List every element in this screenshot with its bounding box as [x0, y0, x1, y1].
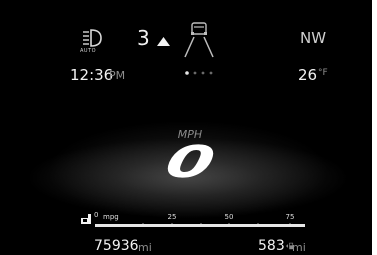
page-dot-1 [185, 71, 189, 75]
range-unit: mi [292, 241, 306, 254]
lane-assist-car-icon [184, 22, 214, 58]
mpg-unit-label: mpg [103, 213, 119, 221]
temperature-unit: °F [318, 68, 328, 78]
mpg-gauge-track [95, 224, 305, 227]
headlight-mode-label: AUTO [80, 48, 97, 54]
gear-indicator: 3 [137, 26, 150, 50]
mpg-scale-label-50: 50 [224, 213, 234, 221]
page-dot-2 [193, 71, 197, 75]
mpg-scale-min: 0 [94, 211, 99, 219]
fuel-economy-icon [81, 214, 91, 224]
mpg-gauge-bar [95, 223, 305, 227]
outside-temperature: 26 [298, 66, 318, 84]
mpg-scale-label-25: 25 [167, 213, 177, 221]
right-edge-border [372, 0, 377, 255]
mpg-scale-label-75: 75 [285, 213, 295, 221]
odometer-unit: mi [138, 241, 152, 254]
page-dot-3 [201, 71, 205, 75]
clock-ampm: PM [109, 69, 126, 82]
page-dot-4 [209, 71, 213, 75]
speed-value: 0 [160, 137, 220, 188]
instrument-cluster-display: AUTO 3 NW 12:36 PM 26 °F MPH 0 0 mpg 25 … [0, 0, 377, 255]
compass-heading: NW [300, 29, 327, 47]
page-indicator-dots [185, 71, 213, 75]
range-value: 583 [258, 238, 285, 254]
odometer-value: 75936 [94, 238, 139, 254]
speedometer-readout: 0 [160, 137, 220, 188]
clock-time: 12:36 [70, 66, 114, 84]
shift-up-arrow-icon [157, 37, 170, 46]
